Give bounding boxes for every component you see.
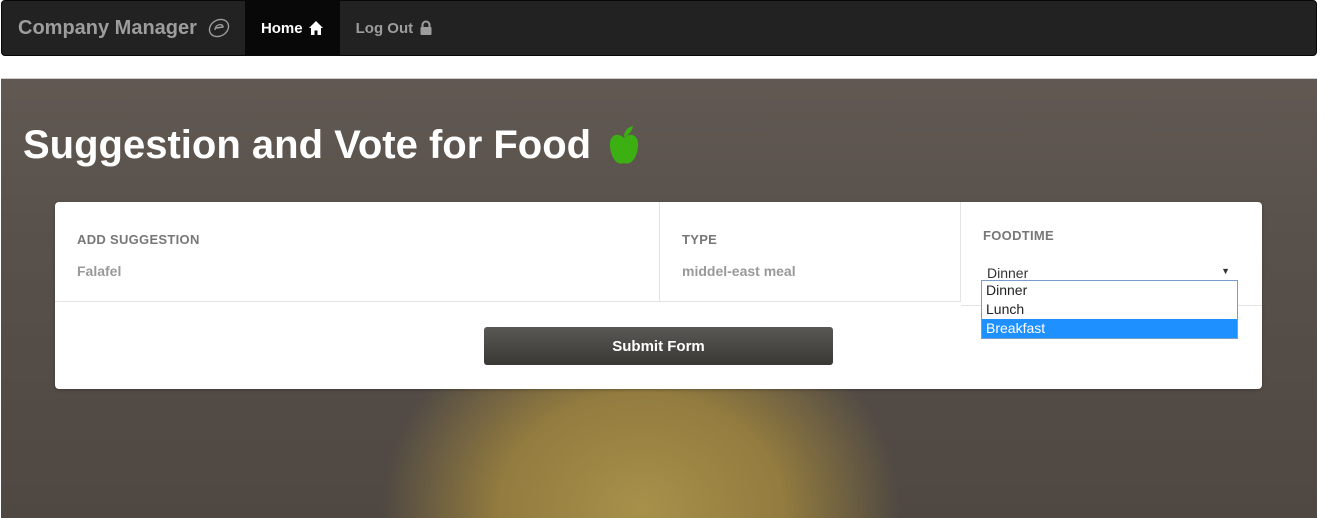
foodtime-option-dinner[interactable]: Dinner <box>982 281 1237 300</box>
foodtime-select[interactable]: Dinner ▼ <box>983 263 1240 281</box>
type-label: TYPE <box>682 232 718 247</box>
brand-name: Company Manager <box>18 16 197 39</box>
suggestion-form: ADD SUGGESTION Falafel TYPE middel-east … <box>55 202 1262 389</box>
foodtime-label: FOODTIME <box>983 228 1055 243</box>
suggestion-field: ADD SUGGESTION Falafel <box>55 202 660 302</box>
foodtime-option-breakfast[interactable]: Breakfast <box>982 319 1237 338</box>
nav-logout[interactable]: Log Out <box>340 1 450 55</box>
nav-home[interactable]: Home <box>244 1 340 55</box>
nav-logout-label: Log Out <box>355 19 414 37</box>
foodtime-options-list: Dinner Lunch Breakfast <box>981 280 1238 339</box>
foodtime-option-lunch[interactable]: Lunch <box>982 300 1237 319</box>
dropdown-arrow-icon: ▼ <box>1221 266 1230 276</box>
nav-home-label: Home <box>260 19 303 37</box>
submit-form-button[interactable]: Submit Form <box>484 327 833 365</box>
suggestion-input[interactable]: Falafel <box>77 263 637 279</box>
suggestion-label: ADD SUGGESTION <box>77 232 200 247</box>
top-navbar: Company Manager Home Log Out <box>1 0 1317 56</box>
brand-link[interactable]: Company Manager <box>2 1 245 55</box>
lock-icon <box>418 20 434 36</box>
apple-icon <box>607 124 641 168</box>
foodtime-selected-value: Dinner <box>987 265 1029 281</box>
page-title-text: Suggestion and Vote for Food <box>23 123 592 167</box>
type-field: TYPE middel-east meal <box>660 202 961 302</box>
e-logo-icon <box>207 16 231 40</box>
page-title: Suggestion and Vote for Food <box>23 123 641 168</box>
home-icon <box>308 20 324 36</box>
type-input[interactable]: middel-east meal <box>682 263 938 279</box>
